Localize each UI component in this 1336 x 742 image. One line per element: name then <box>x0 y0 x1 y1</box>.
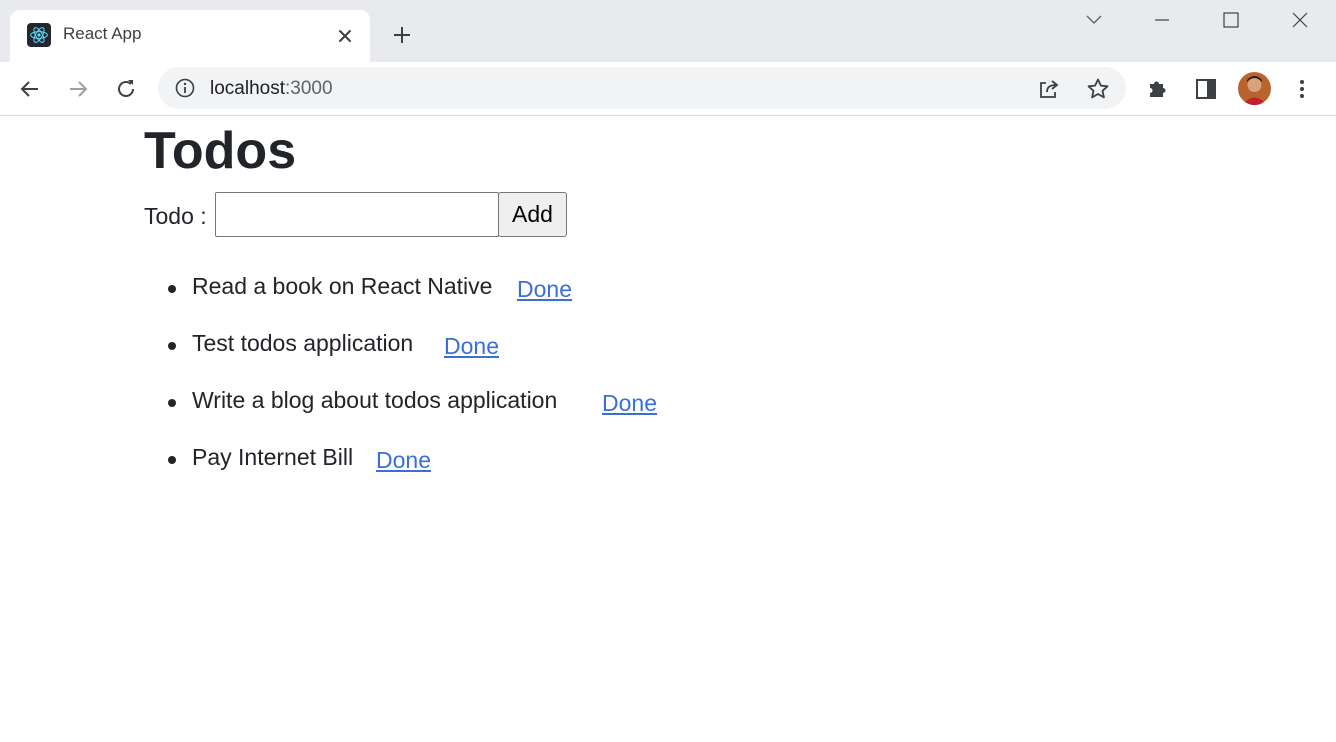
star-icon <box>1087 78 1109 99</box>
kebab-menu-icon <box>1300 80 1304 98</box>
tab-close-button[interactable] <box>332 23 358 49</box>
todo-text: Pay Internet Bill <box>192 444 354 470</box>
done-link[interactable]: Done <box>376 447 431 474</box>
url-port: :3000 <box>285 78 333 99</box>
maximize-window-button[interactable] <box>1217 6 1245 34</box>
bullet-icon <box>168 342 176 350</box>
close-icon <box>339 30 351 42</box>
side-panel-icon <box>1196 79 1216 99</box>
bullet-icon <box>168 399 176 407</box>
chevron-down-icon <box>1086 15 1102 24</box>
bullet-icon <box>168 456 176 464</box>
todo-text: Write a blog about todos application <box>192 387 558 413</box>
arrow-left-icon <box>20 81 38 97</box>
todo-text: Test todos application <box>192 330 414 356</box>
bookmark-button[interactable] <box>1085 76 1111 102</box>
share-button[interactable] <box>1036 76 1062 102</box>
address-url: localhost:3000 <box>210 78 333 100</box>
address-bar[interactable]: localhost:3000 <box>158 67 1126 109</box>
profile-avatar[interactable] <box>1238 72 1271 105</box>
done-link[interactable]: Done <box>444 333 499 360</box>
browser-menu-button[interactable] <box>1287 74 1317 104</box>
puzzle-icon <box>1150 81 1166 97</box>
info-icon[interactable] <box>174 77 196 99</box>
url-host: localhost <box>210 78 285 99</box>
bullet-icon <box>168 285 176 293</box>
maximize-icon <box>1223 12 1239 28</box>
minimize-icon <box>1155 19 1169 21</box>
done-link[interactable]: Done <box>517 276 572 303</box>
browser-toolbar: localhost:3000 <box>0 62 1336 116</box>
tab-title: React App <box>63 24 142 43</box>
browser-titlebar: React App <box>0 0 1336 62</box>
browser-tab[interactable]: React App <box>10 10 370 62</box>
arrow-right-icon <box>70 81 88 97</box>
plus-icon <box>394 27 410 43</box>
new-tab-button[interactable] <box>388 21 416 49</box>
extensions-button[interactable] <box>1143 74 1173 104</box>
close-window-button[interactable] <box>1286 6 1314 34</box>
share-icon <box>1040 80 1059 98</box>
minimize-window-button[interactable] <box>1148 6 1176 34</box>
todo-text: Read a book on React Native <box>192 273 493 299</box>
done-link[interactable]: Done <box>602 390 657 417</box>
page-content: Todos Todo : Add Read a book on React Na… <box>0 117 1336 742</box>
reload-button[interactable] <box>111 74 141 104</box>
reload-icon <box>118 80 134 97</box>
todo-list: Read a book on React Native Done Test to… <box>0 117 800 517</box>
tab-search-button[interactable] <box>1080 6 1108 34</box>
react-logo-icon <box>27 23 51 47</box>
forward-button[interactable] <box>63 74 93 104</box>
close-icon <box>1292 12 1308 28</box>
side-panel-button[interactable] <box>1191 74 1221 104</box>
back-button[interactable] <box>15 74 45 104</box>
